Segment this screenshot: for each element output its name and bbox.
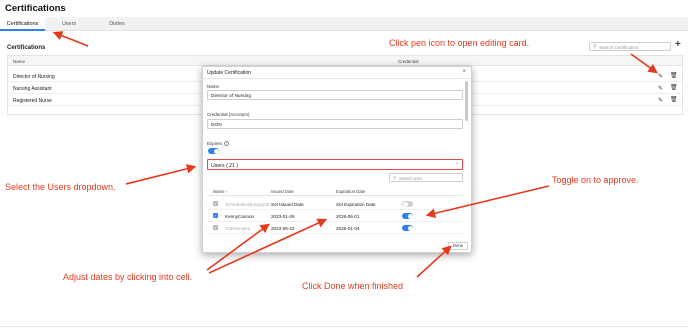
arrow-to-users-dropdown (125, 164, 197, 185)
arrow-to-expiration-date (208, 218, 328, 274)
arrow-to-pen-icon (630, 53, 658, 74)
arrow-to-issued-date (206, 223, 270, 271)
annotation-toggle: Toggle on to approve. (552, 175, 639, 185)
annotation-dates: Adjust dates by clicking into cell. (63, 272, 193, 282)
annotation-pen: Click pen icon to open editing card. (389, 38, 530, 48)
arrow-to-approve-toggle (425, 185, 550, 218)
arrow-to-done-button (416, 245, 452, 278)
annotation-users: Select the Users dropdown. (5, 182, 116, 192)
annotation-done: Click Done when finished (302, 281, 404, 291)
arrow-to-certifications-tab (52, 31, 89, 47)
bottom-divider (0, 326, 688, 327)
